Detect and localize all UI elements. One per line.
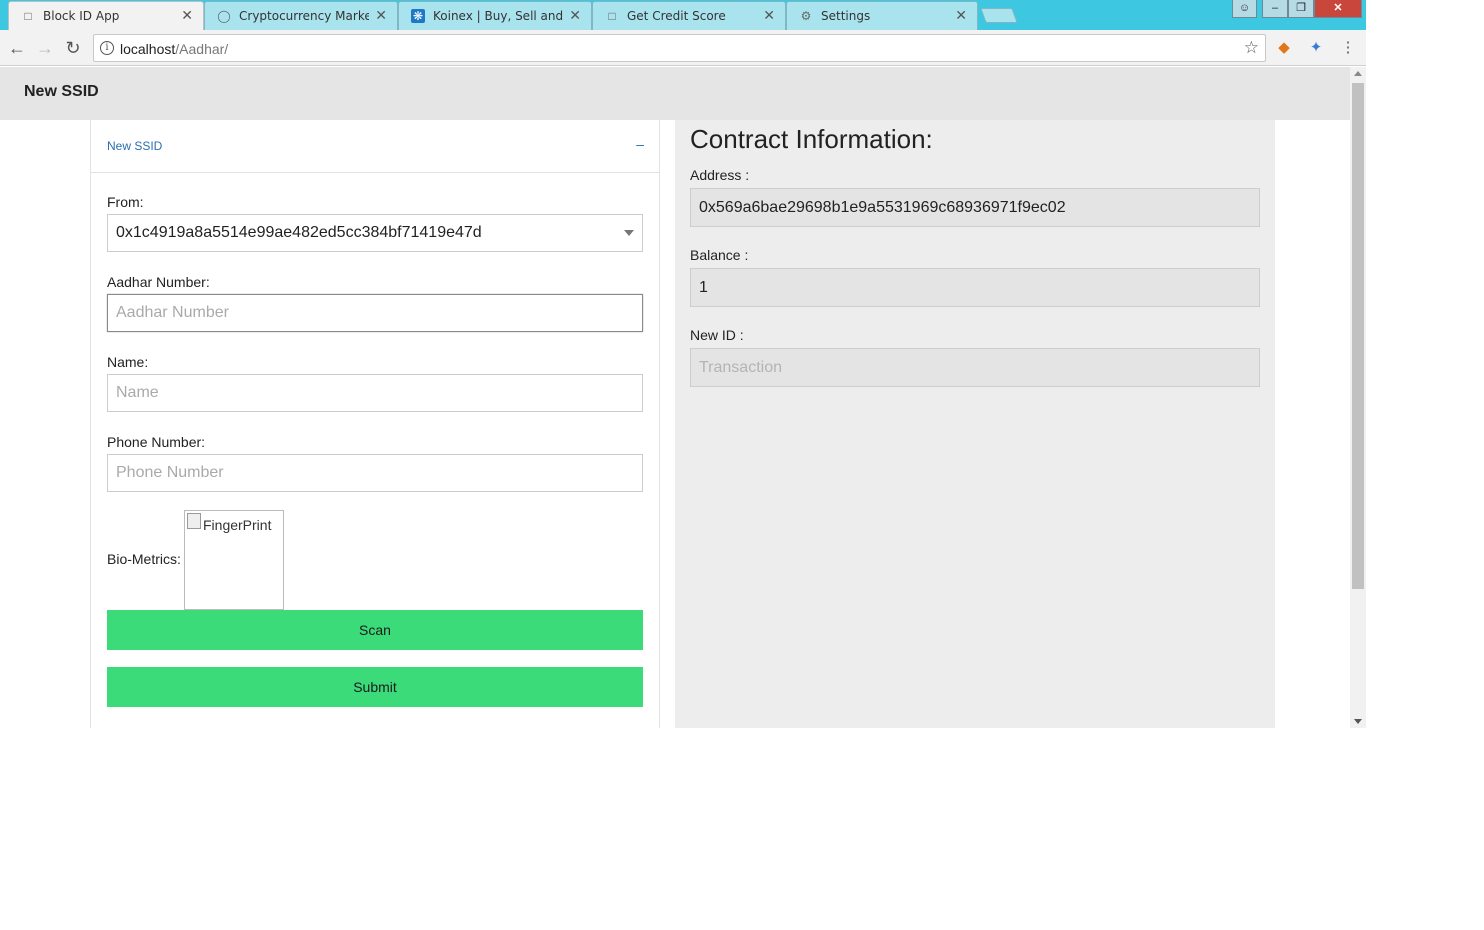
submit-button[interactable]: Submit	[107, 667, 643, 707]
balance-label: Balance :	[690, 247, 749, 263]
url-text[interactable]: localhost/Aadhar/	[120, 41, 228, 57]
url-path: /Aadhar/	[175, 41, 229, 57]
name-input[interactable]	[107, 374, 643, 412]
tab-title: Get Credit Score	[627, 9, 726, 23]
new-id-label: New ID :	[690, 327, 744, 343]
broken-image-icon	[187, 513, 201, 529]
page-icon: □	[608, 9, 616, 23]
back-arrow-icon[interactable]: ←	[6, 37, 28, 59]
tab-title: Settings	[821, 9, 871, 23]
url-host: localhost	[120, 41, 176, 57]
browser-window: □ Block ID App ✕ ◯ Cryptocurrency Market…	[0, 0, 1366, 728]
tab-settings[interactable]: ⚙ Settings ✕	[786, 1, 978, 30]
tab-block-id-app[interactable]: □ Block ID App ✕	[8, 1, 204, 30]
page-icon: □	[24, 9, 32, 23]
new-ssid-card: New SSID – From: 0x1c4919a8a5514e99ae482…	[90, 120, 660, 728]
restore-icon[interactable]: ❐	[1288, 0, 1314, 18]
fingerprint-image: FingerPrint	[184, 510, 284, 610]
info-icon[interactable]: i	[100, 41, 114, 55]
tab-close-icon[interactable]: ✕	[763, 8, 775, 22]
browser-toolbar: ← → ↻ i localhost/Aadhar/ ☆ ◆ ✦ ⋮	[0, 30, 1366, 66]
from-select-value: 0x1c4919a8a5514e99ae482ed5cc384bf71419e4…	[116, 224, 482, 241]
scroll-up-arrow-icon[interactable]	[1354, 71, 1362, 76]
tab-get-credit-score[interactable]: □ Get Credit Score ✕	[592, 1, 786, 30]
tab-close-icon[interactable]: ✕	[569, 8, 581, 22]
tab-close-icon[interactable]: ✕	[955, 8, 967, 22]
phone-label: Phone Number:	[107, 434, 206, 450]
bio-metrics-label: Bio-Metrics:	[107, 551, 181, 567]
aadhar-number-input[interactable]	[107, 294, 643, 332]
app-title: New SSID	[24, 83, 99, 100]
vertical-scrollbar[interactable]	[1350, 67, 1366, 728]
address-bar[interactable]: i localhost/Aadhar/ ☆	[93, 34, 1266, 62]
tab-title: Block ID App	[43, 9, 120, 23]
new-id-field[interactable]: Transaction	[690, 348, 1260, 387]
forward-arrow-icon[interactable]: →	[34, 37, 56, 59]
page-viewport: New SSID New SSID – From: 0x1c4919a8a551…	[0, 67, 1350, 728]
tab-title: Cryptocurrency Market C	[239, 9, 369, 23]
tab-cryptocurrency-market[interactable]: ◯ Cryptocurrency Market C ✕	[204, 1, 398, 30]
contract-title: Contract Information:	[690, 124, 933, 154]
from-select[interactable]: 0x1c4919a8a5514e99ae482ed5cc384bf71419e4…	[107, 214, 643, 252]
new-tab-button[interactable]	[980, 8, 1018, 23]
contract-information-panel: Contract Information: Address : 0x569a6b…	[675, 120, 1275, 728]
chevron-down-icon	[624, 230, 634, 236]
aadhar-label: Aadhar Number:	[107, 274, 210, 290]
fingerprint-alt-text: FingerPrint	[203, 517, 272, 533]
scan-button[interactable]: Scan	[107, 610, 643, 650]
tab-title: Koinex | Buy, Sell and Tra	[433, 9, 563, 23]
reload-icon[interactable]: ↻	[62, 37, 84, 59]
collapse-icon[interactable]: –	[636, 136, 644, 152]
address-field[interactable]: 0x569a6bae29698b1e9a5531969c68936971f9ec…	[690, 188, 1260, 227]
app-bar: New SSID	[0, 67, 1350, 120]
scrollbar-thumb[interactable]	[1352, 83, 1364, 589]
card-header[interactable]: New SSID –	[91, 120, 660, 173]
bookmark-star-icon[interactable]: ☆	[1244, 38, 1259, 58]
coin-icon: ◯	[217, 9, 231, 23]
tab-strip: □ Block ID App ✕ ◯ Cryptocurrency Market…	[0, 0, 1366, 30]
card-title[interactable]: New SSID	[107, 139, 162, 153]
gear-icon: ⚙	[800, 9, 812, 23]
window-close-icon[interactable]: ✕	[1314, 0, 1362, 18]
scroll-down-arrow-icon[interactable]	[1354, 719, 1362, 724]
tab-koinex[interactable]: ❋ Koinex | Buy, Sell and Tra ✕	[398, 1, 592, 30]
minimize-icon[interactable]: –	[1262, 0, 1288, 18]
tab-close-icon[interactable]: ✕	[181, 8, 193, 22]
metamask-fox-icon[interactable]: ◆	[1274, 38, 1294, 58]
feather-extension-icon[interactable]: ✦	[1306, 38, 1326, 58]
name-label: Name:	[107, 354, 149, 370]
phone-number-input[interactable]	[107, 454, 643, 492]
koinex-icon: ❋	[411, 9, 425, 23]
balance-field[interactable]: 1	[690, 268, 1260, 307]
address-label: Address :	[690, 167, 750, 183]
profile-icon[interactable]: ☺	[1232, 0, 1257, 18]
tab-close-icon[interactable]: ✕	[375, 8, 387, 22]
from-label: From:	[107, 194, 144, 210]
menu-kebab-icon[interactable]: ⋮	[1338, 38, 1358, 58]
